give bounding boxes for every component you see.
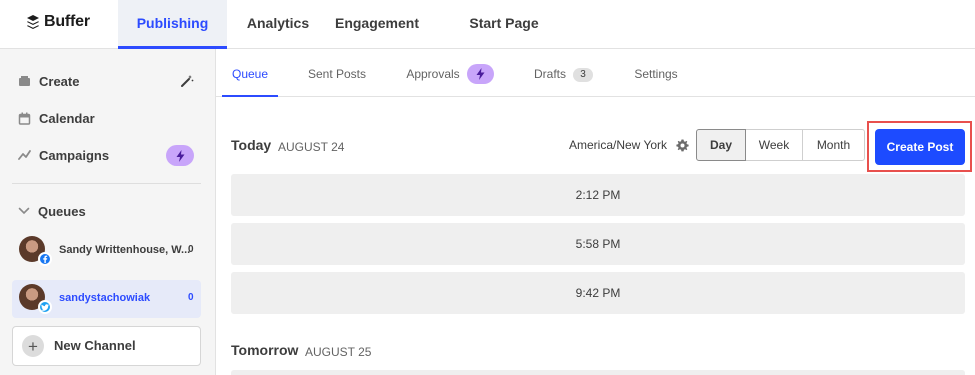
view-month-button[interactable]: Month	[802, 129, 865, 161]
buffer-logo[interactable]: Buffer	[26, 13, 90, 31]
buffer-logo-icon	[27, 15, 39, 29]
sidebar-item-campaigns[interactable]: Campaigns	[18, 143, 109, 167]
twitter-icon	[38, 300, 52, 314]
time-slot[interactable]: 2:12 PM	[231, 174, 965, 216]
tab-drafts[interactable]: Drafts	[530, 49, 570, 97]
calendar-icon	[18, 112, 31, 125]
tab-publishing[interactable]: Publishing	[118, 0, 227, 49]
time-slot[interactable]	[231, 370, 965, 375]
sidebar: Create Calendar Campaigns Queues Sandy W…	[0, 49, 216, 375]
queues-label: Queues	[38, 203, 86, 219]
magic-wand-icon[interactable]	[180, 74, 194, 88]
queue-subtabs: Queue Sent Posts Approvals Drafts 3 Sett…	[216, 49, 975, 97]
top-navigation: Buffer Publishing Analytics Engagement S…	[0, 0, 975, 49]
sidebar-divider	[12, 183, 201, 184]
tab-approvals[interactable]: Approvals	[403, 49, 463, 97]
create-post-highlight: Create Post	[867, 121, 972, 172]
time-slot[interactable]: 5:58 PM	[231, 223, 965, 265]
tomorrow-date: AUGUST 25	[305, 345, 372, 359]
channel-post-count: 0	[188, 292, 194, 303]
brand-name: Buffer	[44, 13, 90, 30]
tab-engagement[interactable]: Engagement	[317, 0, 437, 49]
channel-post-count: 0	[188, 244, 194, 255]
new-channel-label: New Channel	[54, 338, 136, 353]
sidebar-item-label: Create	[39, 73, 80, 89]
sidebar-item-label: Calendar	[39, 110, 95, 126]
today-date: AUGUST 24	[278, 140, 345, 154]
queues-header[interactable]: Queues	[18, 199, 86, 223]
channel-name: Sandy Writtenhouse, W...	[59, 244, 191, 256]
channel-item-facebook[interactable]: Sandy Writtenhouse, W... 0	[12, 232, 201, 270]
plus-icon: +	[22, 335, 44, 357]
sidebar-item-calendar[interactable]: Calendar	[18, 106, 95, 130]
gear-icon[interactable]	[676, 139, 689, 152]
approvals-upgrade-badge[interactable]	[467, 64, 494, 84]
view-day-button[interactable]: Day	[696, 129, 746, 161]
campaigns-icon	[18, 150, 31, 160]
today-title: Today	[231, 137, 272, 153]
chevron-down-icon	[18, 207, 30, 215]
tab-analytics[interactable]: Analytics	[237, 0, 319, 49]
channel-name: sandystachowiak	[59, 292, 151, 304]
create-post-button[interactable]: Create Post	[875, 129, 965, 165]
lightning-icon	[476, 68, 485, 80]
new-channel-button[interactable]: + New Channel	[12, 326, 201, 366]
time-slot[interactable]: 9:42 PM	[231, 272, 965, 314]
sidebar-item-label: Campaigns	[39, 147, 110, 163]
create-icon	[19, 76, 30, 86]
tab-sent-posts[interactable]: Sent Posts	[302, 49, 372, 97]
timezone-label[interactable]: America/New York	[569, 138, 667, 152]
channel-item-twitter[interactable]: sandystachowiak 0	[12, 280, 201, 318]
tab-settings[interactable]: Settings	[630, 49, 682, 97]
view-week-button[interactable]: Week	[745, 129, 803, 161]
tab-queue[interactable]: Queue	[222, 49, 278, 97]
tomorrow-title: Tomorrow	[231, 342, 299, 358]
tab-start-page[interactable]: Start Page	[437, 0, 571, 49]
lightning-icon	[176, 149, 184, 162]
campaigns-upgrade-badge[interactable]	[166, 145, 194, 166]
sidebar-item-create[interactable]: Create	[18, 69, 79, 93]
facebook-icon	[38, 252, 52, 266]
drafts-count-badge: 3	[573, 68, 593, 82]
